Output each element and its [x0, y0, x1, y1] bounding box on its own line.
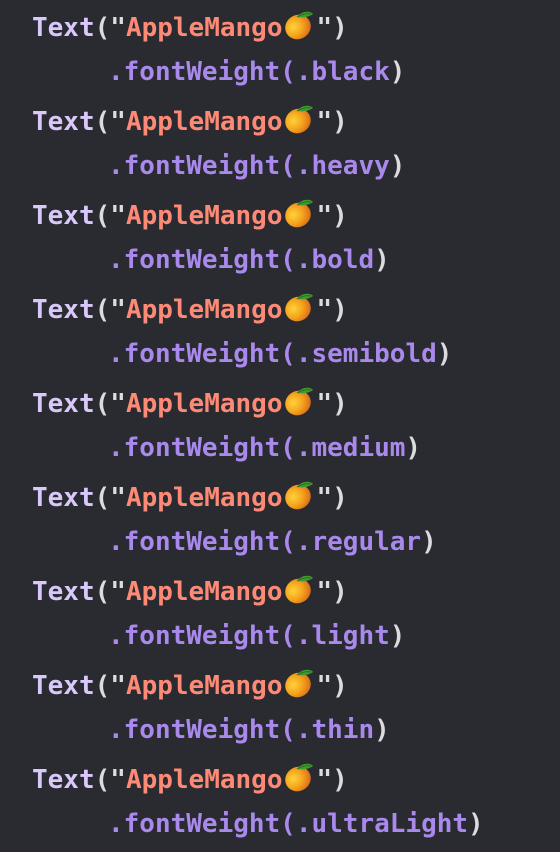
- font-weight-value: .heavy: [295, 151, 390, 181]
- close-paren: ): [389, 621, 406, 651]
- code-line-text-call[interactable]: Text("AppleMango "): [32, 384, 348, 424]
- open-paren-quote: (": [94, 577, 126, 607]
- mango-emoji-icon: [282, 575, 316, 607]
- font-weight-modifier: .fontWeight(: [108, 151, 296, 181]
- font-weight-value: .thin: [295, 715, 375, 745]
- code-editor[interactable]: Text("AppleMango ") .fontWeight(.black) Tex…: [0, 0, 560, 852]
- font-weight-modifier: .fontWeight(: [108, 433, 296, 463]
- open-paren-quote: (": [94, 671, 126, 701]
- code-line-font-weight[interactable]: .fontWeight(.ultraLight): [108, 804, 484, 844]
- code-line-text-call[interactable]: Text("AppleMango "): [32, 102, 348, 142]
- mango-emoji-icon: [282, 293, 316, 325]
- code-line-text-call[interactable]: Text("AppleMango "): [32, 760, 348, 800]
- open-paren-quote: (": [94, 295, 126, 325]
- font-weight-modifier: .fontWeight(: [108, 715, 296, 745]
- close-quote-paren: "): [316, 671, 348, 701]
- code-line-text-call[interactable]: Text("AppleMango "): [32, 196, 348, 236]
- text-identifier: Text: [32, 107, 95, 137]
- open-paren-quote: (": [94, 389, 126, 419]
- code-line-font-weight[interactable]: .fontWeight(.thin): [108, 710, 390, 750]
- close-quote-paren: "): [316, 13, 348, 43]
- string-literal: AppleMango: [125, 201, 283, 231]
- text-identifier: Text: [32, 577, 95, 607]
- code-line-font-weight[interactable]: .fontWeight(.bold): [108, 240, 390, 280]
- font-weight-modifier: .fontWeight(: [108, 527, 296, 557]
- code-line-font-weight[interactable]: .fontWeight(.heavy): [108, 146, 405, 186]
- close-quote-paren: "): [316, 107, 348, 137]
- font-weight-value: .black: [295, 57, 390, 87]
- font-weight-modifier: .fontWeight(: [108, 809, 296, 839]
- string-literal: AppleMango: [125, 765, 283, 795]
- mango-emoji-icon: [282, 105, 316, 137]
- close-quote-paren: "): [316, 295, 348, 325]
- mango-emoji-icon: [282, 763, 316, 795]
- font-weight-modifier: .fontWeight(: [108, 339, 296, 369]
- code-line-text-call[interactable]: Text("AppleMango "): [32, 8, 348, 48]
- font-weight-value: .light: [295, 621, 390, 651]
- open-paren-quote: (": [94, 201, 126, 231]
- mango-emoji-icon: [282, 669, 316, 701]
- string-literal: AppleMango: [125, 671, 283, 701]
- font-weight-modifier: .fontWeight(: [108, 245, 296, 275]
- string-literal: AppleMango: [125, 577, 283, 607]
- string-literal: AppleMango: [125, 483, 283, 513]
- code-line-font-weight[interactable]: .fontWeight(.light): [108, 616, 405, 656]
- text-identifier: Text: [32, 389, 95, 419]
- close-quote-paren: "): [316, 483, 348, 513]
- font-weight-value: .semibold: [295, 339, 437, 369]
- font-weight-value: .bold: [295, 245, 375, 275]
- font-weight-value: .regular: [295, 527, 422, 557]
- open-paren-quote: (": [94, 765, 126, 795]
- text-identifier: Text: [32, 483, 95, 513]
- open-paren-quote: (": [94, 13, 126, 43]
- string-literal: AppleMango: [125, 389, 283, 419]
- string-literal: AppleMango: [125, 295, 283, 325]
- mango-emoji-icon: [282, 481, 316, 513]
- code-line-font-weight[interactable]: .fontWeight(.black): [108, 52, 405, 92]
- close-quote-paren: "): [316, 389, 348, 419]
- text-identifier: Text: [32, 13, 95, 43]
- font-weight-modifier: .fontWeight(: [108, 57, 296, 87]
- close-paren: ): [389, 151, 406, 181]
- mango-emoji-icon: [282, 199, 316, 231]
- close-paren: ): [374, 715, 390, 745]
- close-quote-paren: "): [316, 577, 348, 607]
- code-line-text-call[interactable]: Text("AppleMango "): [32, 290, 348, 330]
- close-paren: ): [468, 809, 484, 839]
- text-identifier: Text: [32, 765, 95, 795]
- string-literal: AppleMango: [125, 13, 283, 43]
- text-identifier: Text: [32, 201, 95, 231]
- code-line-font-weight[interactable]: .fontWeight(.medium): [108, 428, 421, 468]
- close-quote-paren: "): [316, 201, 348, 231]
- code-line-font-weight[interactable]: .fontWeight(.regular): [108, 522, 437, 562]
- text-identifier: Text: [32, 295, 95, 325]
- string-literal: AppleMango: [125, 107, 283, 137]
- close-paren: ): [436, 339, 453, 369]
- code-line-text-call[interactable]: Text("AppleMango "): [32, 666, 348, 706]
- code-line-font-weight[interactable]: .fontWeight(.semibold): [108, 334, 452, 374]
- open-paren-quote: (": [94, 107, 126, 137]
- font-weight-value: .medium: [295, 433, 406, 463]
- font-weight-modifier: .fontWeight(: [108, 621, 296, 651]
- code-line-text-call[interactable]: Text("AppleMango "): [32, 478, 348, 518]
- mango-emoji-icon: [282, 11, 316, 43]
- close-paren: ): [374, 245, 390, 275]
- close-paren: ): [389, 57, 406, 87]
- font-weight-value: .ultraLight: [295, 809, 469, 839]
- open-paren-quote: (": [94, 483, 126, 513]
- text-identifier: Text: [32, 671, 95, 701]
- close-paren: ): [421, 527, 437, 557]
- close-quote-paren: "): [316, 765, 348, 795]
- close-paren: ): [405, 433, 422, 463]
- code-line-text-call[interactable]: Text("AppleMango "): [32, 572, 348, 612]
- mango-emoji-icon: [282, 387, 316, 419]
